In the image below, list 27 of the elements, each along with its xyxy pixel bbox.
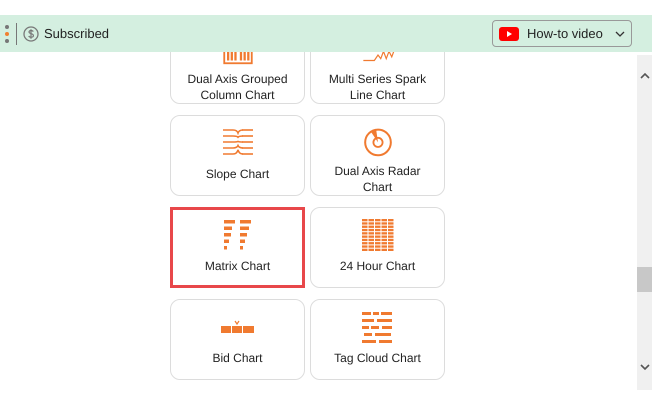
card-label: Slope Chart xyxy=(204,166,270,182)
dollar-icon xyxy=(23,26,39,42)
subscription-status: Subscribed xyxy=(44,24,110,43)
card-label: Dual Axis Grouped Column Chart xyxy=(186,71,289,103)
chart-type-card[interactable]: Tag Cloud Chart xyxy=(310,299,445,380)
scrollbar[interactable] xyxy=(637,55,652,390)
more-icon[interactable] xyxy=(4,24,10,44)
chart-type-card[interactable]: Multi Series Spark Line Chart xyxy=(310,52,445,104)
card-label: Dual Axis Radar Chart xyxy=(333,163,422,195)
chevron-down-icon xyxy=(615,30,625,36)
chart-type-card[interactable]: Dual Axis Radar Chart xyxy=(310,115,445,196)
scrollbar-thumb[interactable] xyxy=(637,267,652,292)
card-label: Matrix Chart xyxy=(204,258,272,274)
how-to-video-button[interactable]: How-to video xyxy=(492,20,632,47)
scroll-up-icon[interactable] xyxy=(640,72,650,79)
chart-icon xyxy=(360,217,396,253)
chart-type-card[interactable]: Slope Chart xyxy=(170,115,305,196)
card-label: Tag Cloud Chart xyxy=(333,350,422,366)
chart-type-card[interactable]: Dual Axis Grouped Column Chart xyxy=(170,52,305,104)
chart-type-card[interactable]: Bid Chart xyxy=(170,299,305,380)
chart-type-card[interactable]: 24 Hour Chart xyxy=(310,207,445,288)
card-label: Bid Chart xyxy=(211,350,264,366)
chart-type-card[interactable]: Matrix Chart xyxy=(170,207,305,288)
card-label: Multi Series Spark Line Chart xyxy=(328,71,428,103)
scroll-down-icon[interactable] xyxy=(640,364,650,371)
card-label: 24 Hour Chart xyxy=(338,258,416,274)
play-icon xyxy=(499,26,519,40)
